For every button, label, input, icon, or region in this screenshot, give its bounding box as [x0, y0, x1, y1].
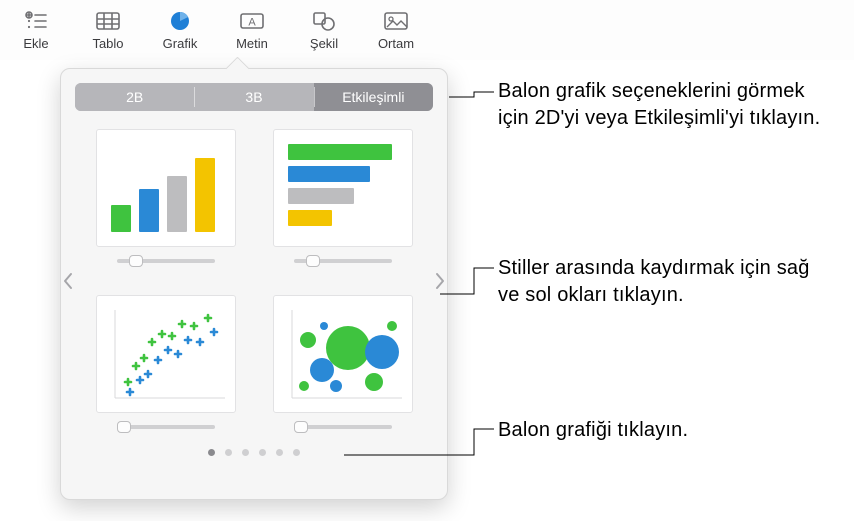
toolbar-insert[interactable]: Ekle	[0, 8, 72, 51]
chevron-right-icon	[435, 272, 445, 290]
toolbar-label: Ekle	[23, 36, 48, 51]
tab-label: 2B	[126, 89, 143, 105]
chart-preview-slider	[111, 421, 221, 433]
toolbar-shape[interactable]: Şekil	[288, 8, 360, 51]
shapes-icon	[310, 8, 338, 34]
callout-bottom: Balon grafiği tıklayın.	[498, 417, 818, 444]
tab-2d[interactable]: 2B	[75, 83, 194, 111]
toolbar: Ekle Tablo Grafik A Metin Şekil Ortam	[0, 0, 854, 60]
callout-top: Balon grafik seçeneklerini görmek için 2…	[498, 78, 838, 132]
page-dot[interactable]	[293, 449, 300, 456]
toolbar-text[interactable]: A Metin	[216, 8, 288, 51]
toolbar-label: Ortam	[378, 36, 414, 51]
chart-popover: 2B 3B Etkileşimli	[60, 68, 448, 500]
page-dot[interactable]	[242, 449, 249, 456]
chart-preview-slider	[288, 421, 398, 433]
chart-option-bubble[interactable]	[270, 295, 415, 433]
bar-chart-preview	[273, 129, 413, 247]
callout-middle: Stiller arasında kaydırmak için sağ ve s…	[498, 255, 818, 309]
chart-option-scatter[interactable]	[93, 295, 238, 433]
page-dot[interactable]	[259, 449, 266, 456]
column-chart-preview	[96, 129, 236, 247]
toolbar-label: Grafik	[163, 36, 198, 51]
table-icon	[94, 8, 122, 34]
chart-preview-slider	[288, 255, 398, 267]
pie-chart-icon	[166, 8, 194, 34]
svg-text:A: A	[248, 17, 256, 29]
page-dot[interactable]	[276, 449, 283, 456]
plus-list-icon	[22, 8, 50, 34]
toolbar-label: Şekil	[310, 36, 338, 51]
chart-option-bar[interactable]	[270, 129, 415, 267]
chevron-left-icon	[63, 272, 73, 290]
tab-3d[interactable]: 3B	[194, 83, 313, 111]
next-style-arrow[interactable]	[433, 269, 447, 293]
toolbar-label: Tablo	[92, 36, 123, 51]
style-page-dots	[75, 449, 433, 456]
page-dot[interactable]	[208, 449, 215, 456]
textbox-icon: A	[238, 8, 266, 34]
chart-type-tabs: 2B 3B Etkileşimli	[75, 83, 433, 111]
image-icon	[382, 8, 410, 34]
page-dot[interactable]	[225, 449, 232, 456]
toolbar-table[interactable]: Tablo	[72, 8, 144, 51]
chart-preview-slider	[111, 255, 221, 267]
tab-label: Etkileşimli	[342, 89, 404, 105]
prev-style-arrow[interactable]	[61, 269, 75, 293]
toolbar-label: Metin	[236, 36, 268, 51]
tab-label: 3B	[245, 89, 262, 105]
toolbar-chart[interactable]: Grafik	[144, 8, 216, 51]
chart-option-column[interactable]	[93, 129, 238, 267]
tab-interactive[interactable]: Etkileşimli	[314, 83, 433, 111]
toolbar-media[interactable]: Ortam	[360, 8, 432, 51]
scatter-chart-preview	[96, 295, 236, 413]
bubble-chart-preview	[273, 295, 413, 413]
